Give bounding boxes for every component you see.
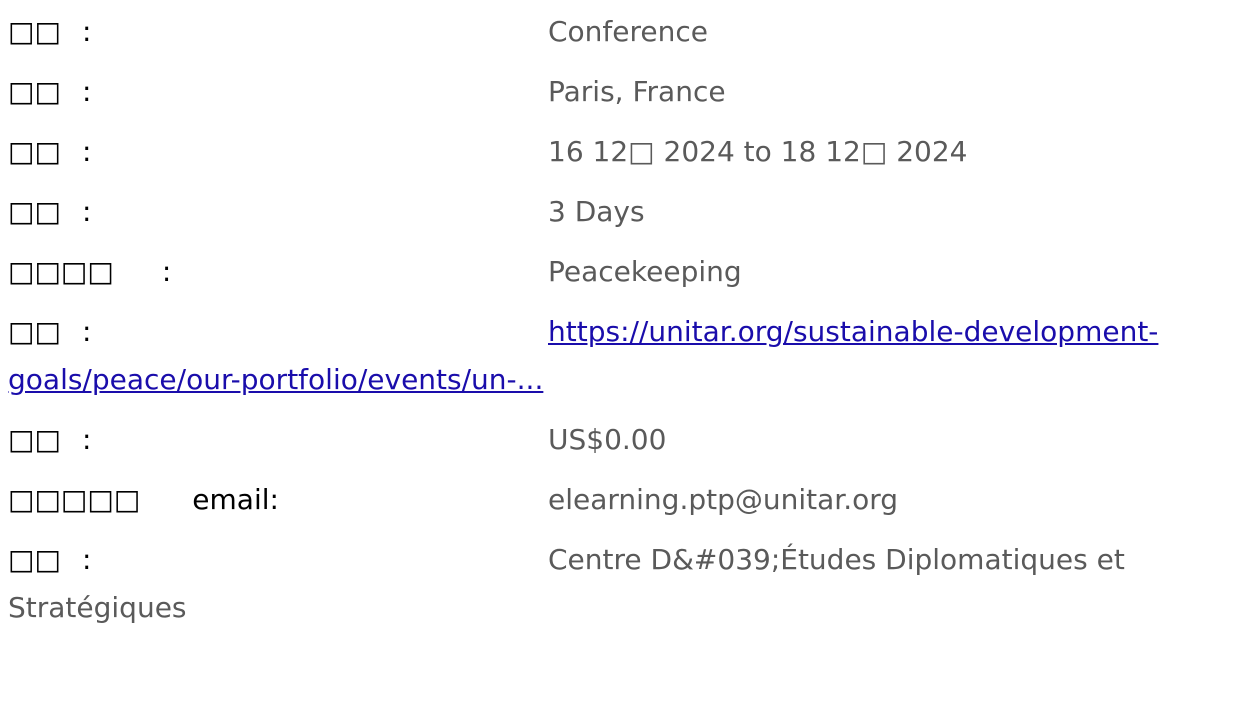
detail-row-fee: □□: US$0.00 xyxy=(8,416,1256,464)
detail-row-organizer: □□: Centre D&#039;Études Diplomatiques et… xyxy=(8,536,1256,632)
detail-row-topic: □□□□: Peacekeeping xyxy=(8,248,1256,296)
detail-label: □□: xyxy=(8,423,92,456)
detail-row-website: □□: https://unitar.org/sustainable-develo… xyxy=(8,308,1256,404)
detail-row-location: □□: Paris, France xyxy=(8,68,1256,116)
detail-label: □□□□□ email: xyxy=(8,483,279,516)
detail-row-contact-email: □□□□□ email: elearning.ptp@unitar.org xyxy=(8,476,1256,524)
detail-label: □□: xyxy=(8,15,92,48)
detail-label: □□: xyxy=(8,543,92,576)
fee-value: US$0.00 xyxy=(548,423,667,456)
detail-row-duration: □□: 3 Days xyxy=(8,188,1256,236)
detail-label: □□: xyxy=(8,195,92,228)
dates-value: 16 12□ 2024 to 18 12□ 2024 xyxy=(548,135,968,168)
detail-row-dates: □□: 16 12□ 2024 to 18 12□ 2024 xyxy=(8,128,1256,176)
detail-row-event-type: □□: Conference xyxy=(8,0,1256,56)
duration-value: 3 Days xyxy=(548,195,645,228)
location-value: Paris, France xyxy=(548,75,726,108)
detail-label: □□: xyxy=(8,135,92,168)
detail-label: □□□□: xyxy=(8,255,172,288)
topic-value: Peacekeeping xyxy=(548,255,742,288)
detail-label: □□: xyxy=(8,75,92,108)
event-type-value: Conference xyxy=(548,15,709,48)
detail-label: □□: xyxy=(8,315,92,348)
contact-email-value: elearning.ptp@unitar.org xyxy=(548,483,899,516)
event-details-list: □□: Conference □□: Paris, France □□: 16 12□… xyxy=(0,0,1256,632)
